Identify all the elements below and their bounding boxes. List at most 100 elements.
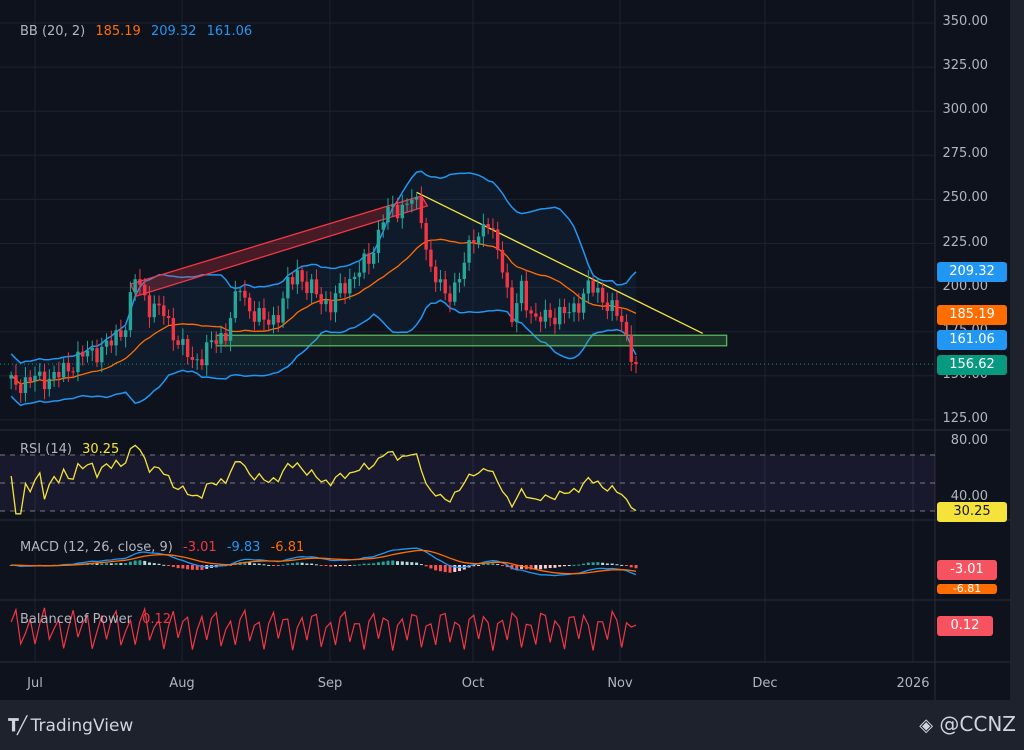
rsi-legend[interactable]: RSI (14) 30.25	[20, 442, 119, 457]
candle-body	[381, 222, 385, 230]
candle-body	[286, 277, 290, 299]
macd-line-value: -9.83	[226, 540, 261, 555]
chart-svg[interactable]	[0, 0, 1010, 700]
macd-histogram-bar	[186, 565, 190, 570]
macd-histogram-bar	[424, 565, 428, 567]
candle-body	[109, 340, 114, 346]
candle-body	[414, 196, 419, 200]
macd-histogram-bar	[252, 563, 256, 565]
candle-body	[247, 297, 252, 312]
chart-canvas[interactable]: BB (20, 2) 185.19 209.32 161.06 RSI (14)…	[0, 0, 1010, 700]
rsi-legend-value: 30.25	[82, 442, 120, 457]
macd-histogram-bar	[376, 562, 380, 565]
candle-body	[567, 312, 571, 314]
candle-body	[18, 384, 23, 394]
macd-histogram-bar	[281, 564, 285, 566]
macd-signal-badge: -6.81	[937, 584, 997, 594]
macd-histogram-bar	[348, 565, 352, 566]
macd-histogram-bar	[391, 560, 395, 565]
candle-body	[367, 253, 371, 264]
macd-histogram-bar	[601, 562, 605, 565]
candle-body	[419, 196, 424, 224]
candle-body	[362, 253, 366, 273]
candle-body	[457, 278, 462, 283]
candle-body	[615, 300, 619, 316]
candle-body	[338, 283, 342, 294]
candle-body	[634, 361, 638, 365]
candle-body	[23, 377, 28, 394]
candle-body	[462, 262, 466, 279]
binance-diamond-icon: ◈	[919, 715, 934, 736]
macd-histogram-bar	[300, 562, 304, 565]
candle-body	[605, 302, 610, 312]
candle-body	[281, 298, 285, 323]
candle-body	[448, 293, 452, 302]
macd-signal-value: -6.81	[270, 540, 305, 555]
tradingview-logo[interactable]: 𝐓╱ TradingView	[8, 716, 133, 736]
support-zone	[215, 334, 728, 347]
candle-body	[352, 276, 357, 280]
candle-body	[271, 315, 276, 325]
candle-body	[543, 309, 548, 322]
rsi-axis-80: 80.00	[950, 433, 988, 448]
macd-histogram-bar	[396, 561, 400, 565]
macd-histogram-bar	[109, 563, 113, 565]
bop-legend[interactable]: Balance of Power 0.12	[20, 612, 171, 627]
macd-histogram-bar	[605, 563, 609, 565]
bb-legend[interactable]: BB (20, 2) 185.19 209.32 161.06	[20, 24, 252, 39]
macd-histogram-bar	[577, 564, 581, 566]
macd-histogram-bar	[500, 565, 504, 566]
macd-histogram-bar	[634, 565, 638, 569]
bop-legend-label: Balance of Power	[20, 612, 132, 627]
candle-body	[276, 315, 280, 323]
candle-body	[553, 317, 557, 325]
macd-histogram-bar	[386, 560, 390, 565]
candle-body	[453, 282, 457, 302]
macd-histogram-bar	[157, 563, 161, 565]
candle-body	[176, 340, 180, 345]
candle-body	[85, 350, 90, 357]
time-axis-label: Oct	[461, 676, 485, 691]
candle-body	[510, 287, 514, 323]
candle-body	[9, 375, 13, 379]
candle-body	[429, 249, 433, 267]
candle-body	[534, 313, 538, 317]
candle-body	[610, 300, 614, 312]
candle-body	[119, 330, 123, 337]
macd-histogram-bar	[558, 565, 562, 567]
macd-legend[interactable]: MACD (12, 26, close, 9) -3.01 -9.83 -6.8…	[20, 540, 304, 555]
candle-body	[128, 292, 133, 331]
macd-legend-label: MACD (12, 26, close, 9)	[20, 540, 173, 555]
candle-body	[343, 283, 347, 294]
bb-upper-value: 209.32	[150, 24, 197, 39]
candle-body	[591, 280, 595, 293]
candle-body	[572, 303, 576, 313]
macd-histogram-bar	[248, 562, 252, 565]
candle-body	[267, 319, 271, 325]
macd-histogram-bar	[438, 565, 442, 572]
candle-body	[152, 303, 156, 318]
candle-body	[519, 280, 524, 304]
macd-histogram-bar	[167, 565, 171, 566]
candle-body	[491, 228, 495, 230]
candle-body	[14, 375, 18, 385]
candle-body	[438, 279, 443, 283]
macd-histogram-bar	[100, 563, 104, 565]
candle-body	[505, 272, 509, 288]
price-axis-label: 300.00	[942, 102, 989, 118]
macd-histogram-bar	[367, 563, 371, 565]
macd-hist-badge: -3.01	[937, 560, 997, 580]
candle-body	[314, 279, 319, 295]
macd-histogram-bar	[190, 565, 194, 570]
macd-histogram-bar	[624, 565, 628, 566]
candle-body	[410, 199, 414, 204]
candle-body	[214, 340, 218, 344]
price-axis-label: 250.00	[942, 190, 989, 206]
macd-histogram-bar	[400, 561, 404, 565]
macd-histogram-bar	[305, 563, 309, 565]
candle-body	[195, 359, 199, 361]
candle-body	[143, 284, 147, 296]
candle-body	[224, 333, 228, 341]
macd-histogram-bar	[615, 564, 619, 566]
credit-label: @CCNZ	[939, 712, 1016, 736]
